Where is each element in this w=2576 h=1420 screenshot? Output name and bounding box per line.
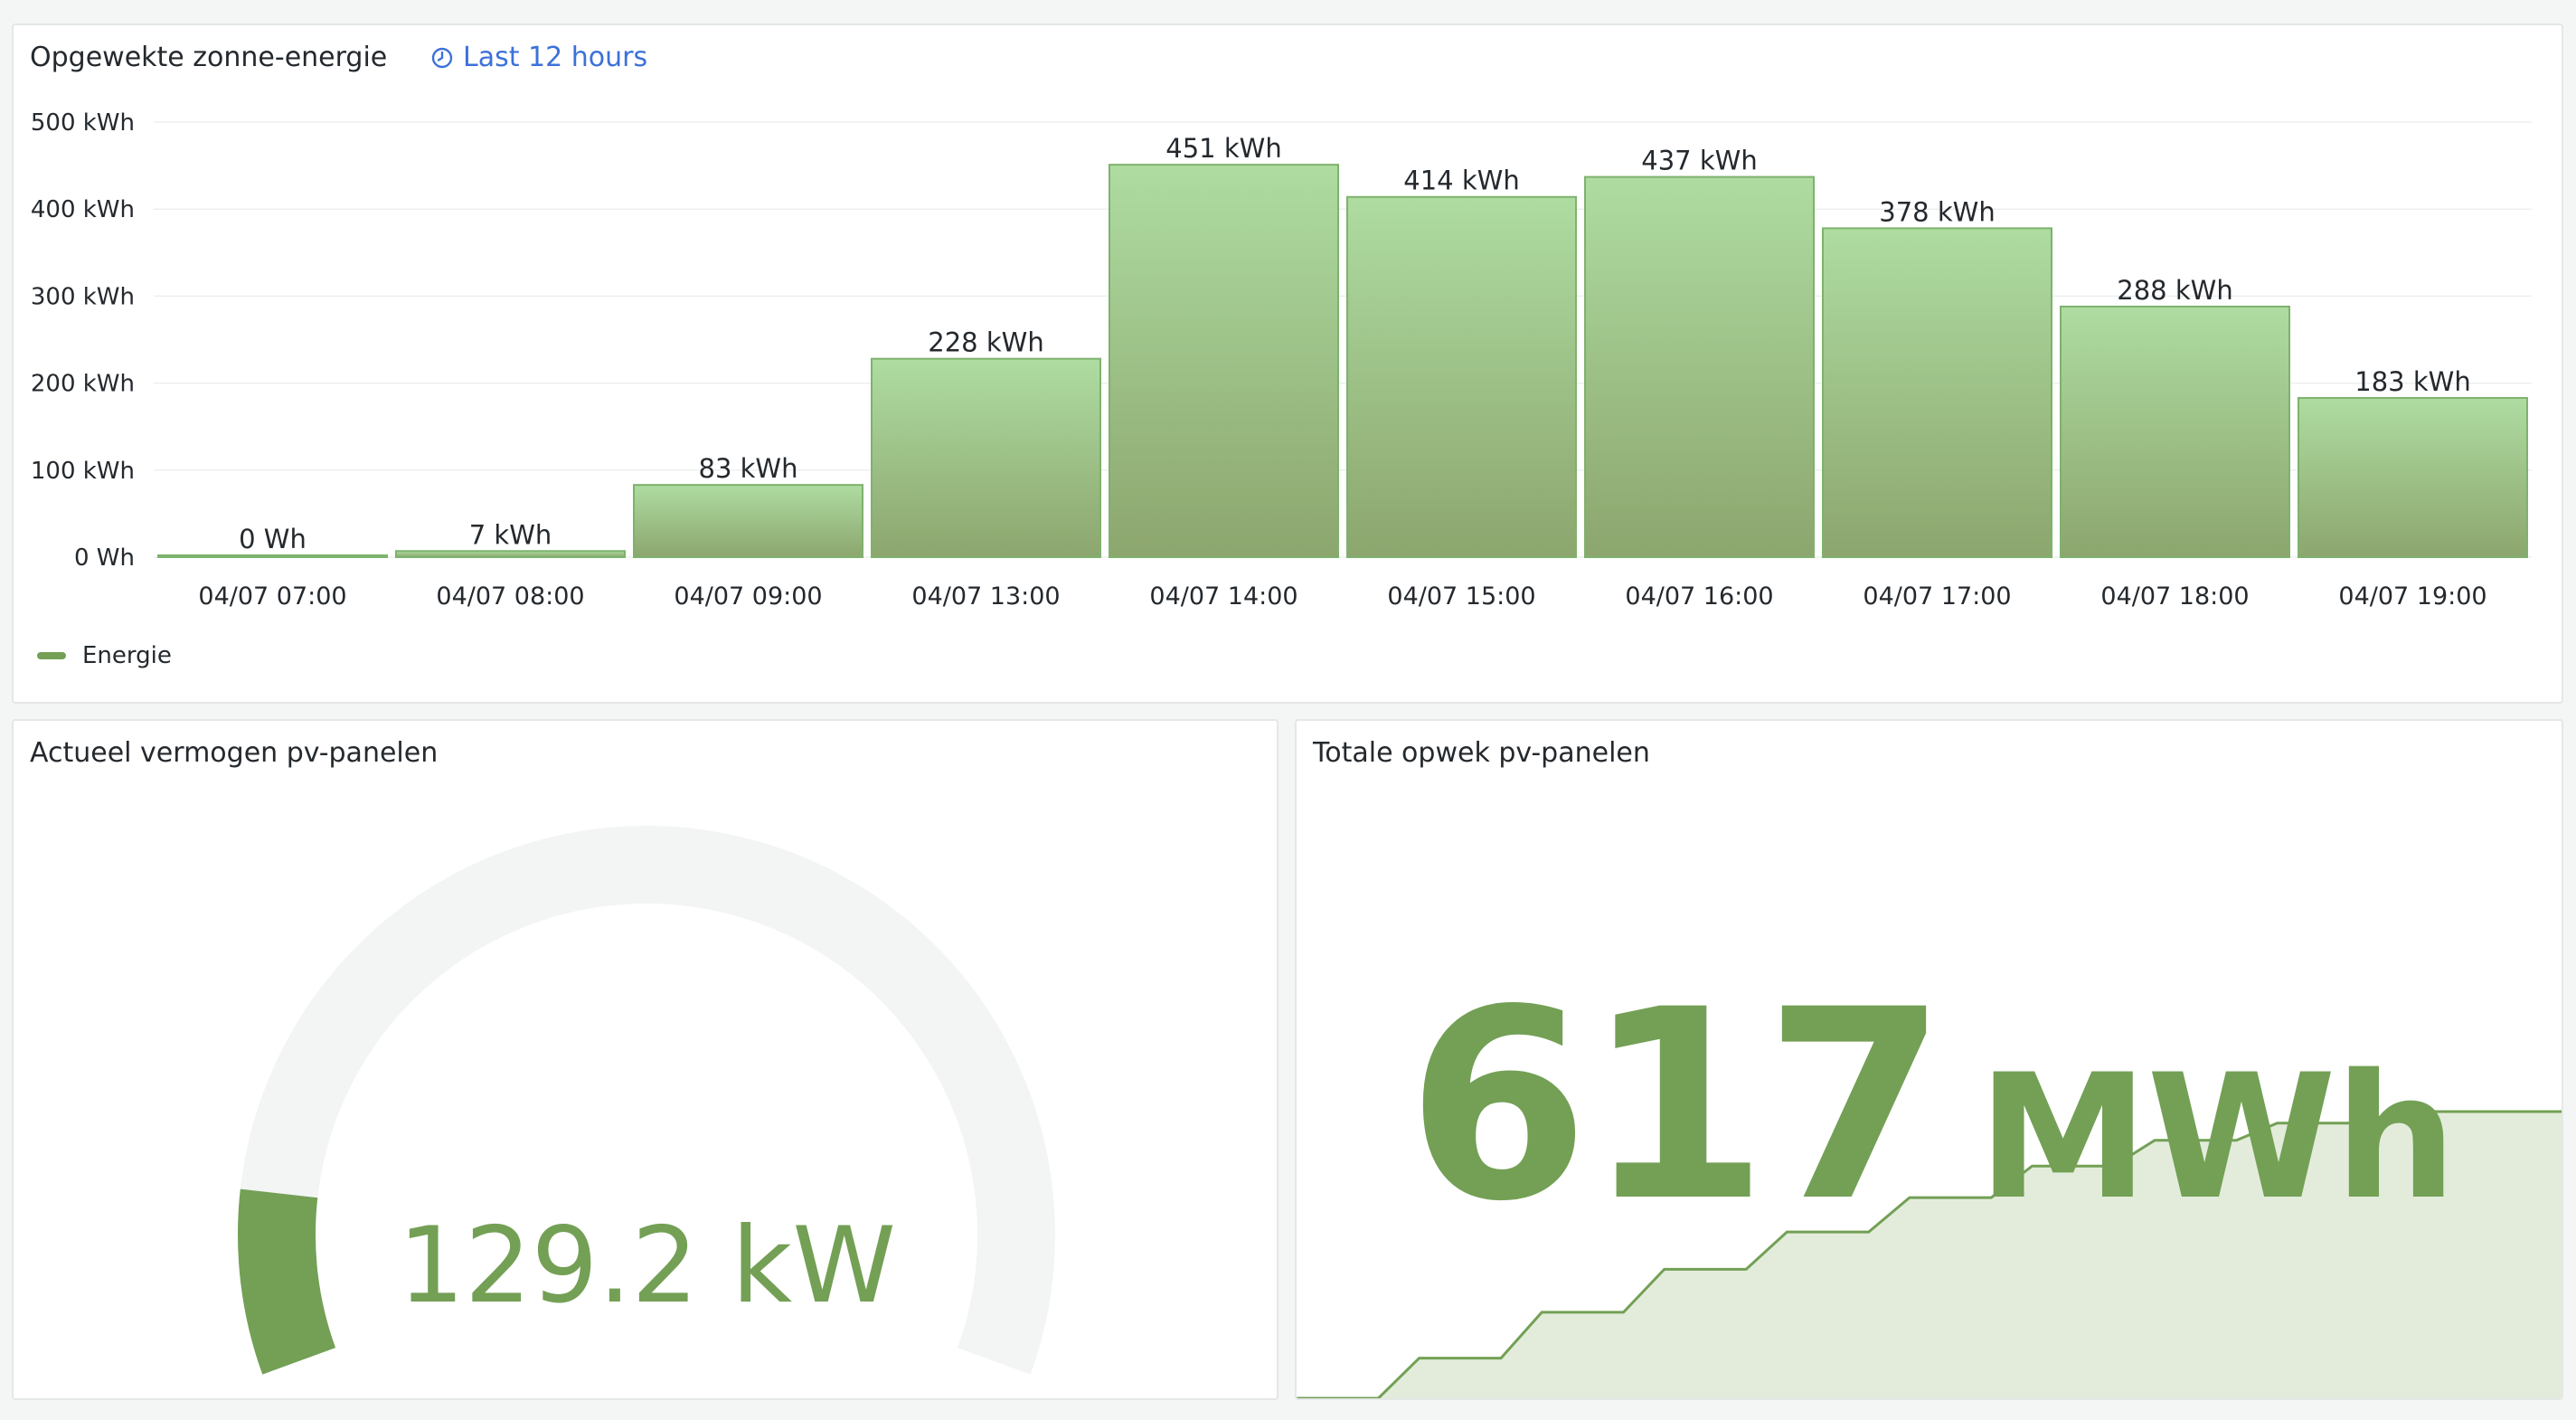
y-tick-label: 100 kWh <box>31 458 135 485</box>
bar-data-label: 0 Wh <box>239 524 307 554</box>
total-generation-stat-panel: Totale opwek pv-panelen 617 MWh <box>1295 719 2563 1400</box>
x-tick-label: 04/07 13:00 <box>911 582 1060 611</box>
bar-data-label: 378 kWh <box>1879 196 1995 227</box>
stat-number: 617 <box>1406 954 1947 1259</box>
bar-data-label: 437 kWh <box>1641 146 1757 176</box>
x-tick-label: 04/07 18:00 <box>2100 582 2249 611</box>
x-tick-label: 04/07 09:00 <box>674 582 822 611</box>
stat-value: 617 MWh <box>1297 954 2562 1259</box>
chart-legend[interactable]: Energie <box>37 642 172 669</box>
energy-bar-chart-panel: Opgewekte zonne-energie Last 12 hours 0 … <box>12 24 2563 704</box>
y-tick-label: 200 kWh <box>31 371 135 398</box>
y-tick-label: 400 kWh <box>31 196 135 223</box>
bar-data-label: 183 kWh <box>2354 366 2470 397</box>
bar-data-label: 414 kWh <box>1403 166 1519 196</box>
bar[interactable] <box>1584 175 1815 559</box>
x-tick-label: 04/07 15:00 <box>1387 582 1535 611</box>
x-tick-label: 04/07 19:00 <box>2338 582 2486 611</box>
legend-label: Energie <box>82 642 172 669</box>
x-tick-label: 04/07 14:00 <box>1149 582 1297 611</box>
bar[interactable] <box>157 554 388 558</box>
bar[interactable] <box>1109 164 1339 558</box>
bar[interactable] <box>2060 305 2290 558</box>
y-tick-label: 500 kWh <box>31 109 135 137</box>
x-tick-label: 04/07 08:00 <box>436 582 584 611</box>
bar-data-label: 288 kWh <box>2117 275 2232 306</box>
bar-data-label: 83 kWh <box>699 453 798 484</box>
x-tick-label: 04/07 17:00 <box>1863 582 2011 611</box>
bar[interactable] <box>871 357 1101 558</box>
bar-data-label: 7 kWh <box>469 519 552 550</box>
bar[interactable] <box>633 484 863 558</box>
bar-data-label: 228 kWh <box>928 327 1043 358</box>
y-tick-label: 0 Wh <box>74 544 135 572</box>
x-tick-label: 04/07 07:00 <box>198 582 346 611</box>
bar[interactable] <box>395 550 626 558</box>
gauge-value: 129.2 kW <box>398 1205 896 1327</box>
bar[interactable] <box>1346 195 1577 558</box>
bar-chart: 0 Wh 100 kWh 200 kWh 300 kWh 400 kWh 500 kWh 0… <box>31 109 2532 611</box>
bar[interactable] <box>2298 396 2528 559</box>
y-tick-label: 300 kWh <box>31 283 135 310</box>
legend-swatch <box>37 652 66 659</box>
bar[interactable] <box>1822 227 2052 558</box>
stat-unit: MWh <box>1977 1037 2457 1237</box>
x-tick-label: 04/07 16:00 <box>1625 582 1773 611</box>
bar-data-label: 451 kWh <box>1165 133 1281 164</box>
current-power-gauge-panel: Actueel vermogen pv-panelen 129.2 kW <box>12 719 1279 1400</box>
